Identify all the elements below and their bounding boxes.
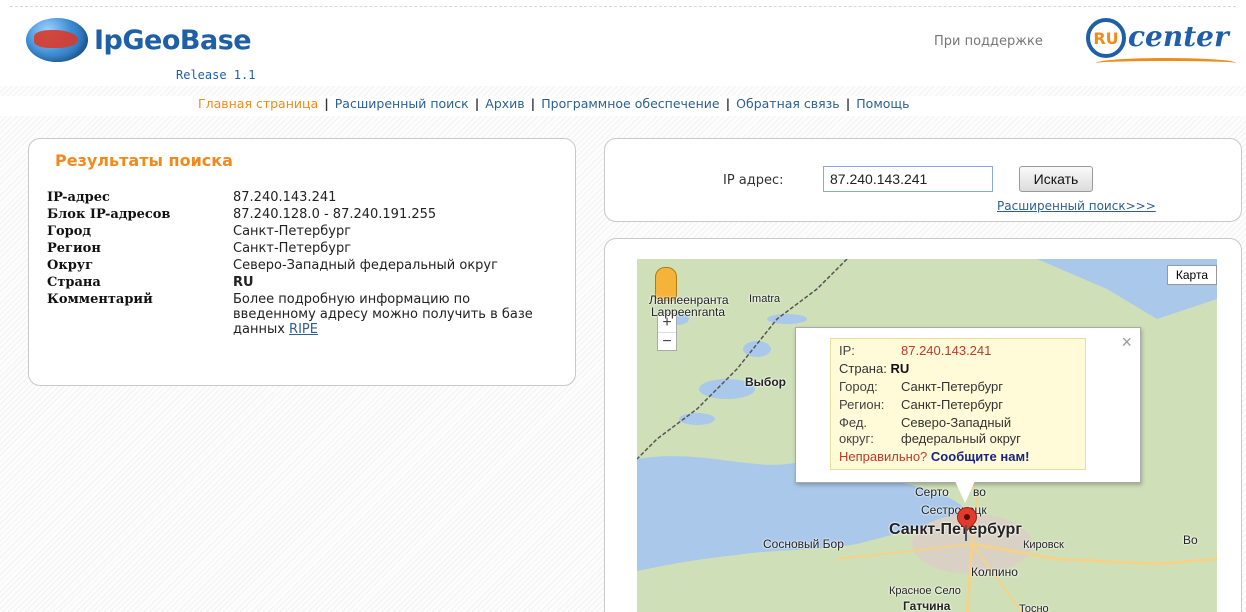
content-area: Результаты поиска IP-адрес 87.240.143.241… <box>0 116 1246 612</box>
release-label: Release 1.1 <box>176 68 256 82</box>
popup-country-label: Страна: <box>839 361 887 376</box>
table-row: Округ Северо-Западный федеральный округ <box>47 257 533 274</box>
table-row: Комментарий Более подробную информацию по… <box>47 291 533 338</box>
map-label-lappeenranta-fi: Lappeenranta <box>651 305 726 319</box>
globe-icon <box>26 18 88 62</box>
map-label-kirovsk: Кировск <box>1023 539 1064 551</box>
table-row: Блок IP-адресов 87.240.128.0 - 87.240.191… <box>47 206 533 223</box>
row-key: Регион <box>47 241 101 256</box>
map-label-imatra: Imatra <box>749 293 781 305</box>
row-key: Округ <box>47 258 94 273</box>
support-label: При поддержке <box>934 34 1043 49</box>
nav-home[interactable]: Главная страница <box>198 96 318 111</box>
nav-feedback[interactable]: Обратная связь <box>736 96 840 111</box>
rucenter-logo-word: center <box>1128 20 1229 53</box>
row-value: Санкт-Петербург <box>233 241 352 256</box>
map-type-button[interactable]: Карта <box>1166 265 1217 285</box>
map-label-krasnoe-selo: Красное Село <box>889 585 961 597</box>
report-link[interactable]: Сообщите нам! <box>931 449 1030 465</box>
nav-advanced-search[interactable]: Расширенный поиск <box>335 96 469 111</box>
row-value: Более подробную информацию по введенному… <box>233 292 533 337</box>
results-table: IP-адрес 87.240.143.241 Блок IP-адресов 87… <box>47 189 533 338</box>
header: IpGeoBase Release 1.1 При поддержке RU c… <box>0 0 1246 88</box>
row-key: Город <box>47 224 92 239</box>
table-row: Регион Санкт-Петербург <box>47 240 533 257</box>
table-row: IP-адрес 87.240.143.241 <box>47 189 533 206</box>
row-value: 87.240.128.0 - 87.240.191.255 <box>233 207 437 222</box>
rucenter-logo-icon: RU <box>1086 18 1126 58</box>
popup-country-value: RU <box>890 361 910 376</box>
nav-separator: | <box>324 96 329 111</box>
row-key: Блок IP-адресов <box>47 207 171 222</box>
map-label-sertolovo: Серто <box>915 485 949 499</box>
popup-district-value: Северо-Западный федеральный округ <box>901 415 1021 446</box>
row-value: Северо-Западный федеральный округ <box>233 258 498 273</box>
info-window-tail <box>955 481 975 503</box>
logo-text: IpGeoBase <box>94 24 252 56</box>
ipgeobase-logo[interactable]: IpGeoBase <box>26 18 252 62</box>
zoom-out-button[interactable]: − <box>658 332 676 350</box>
close-icon[interactable]: × <box>1121 332 1132 353</box>
nav-help[interactable]: Помощь <box>856 96 909 111</box>
map-panel: + − Карта Лаппеенранта Lappeenranta Imat… <box>604 238 1242 612</box>
popup-wrong-text: Неправильно? <box>839 449 928 464</box>
popup-region-value: Санкт-Петербург <box>901 397 1003 412</box>
nav-separator: | <box>725 96 731 111</box>
rucenter-swoosh-icon <box>1096 58 1236 68</box>
main-nav: Главная страница | Расширенный поиск | Архив… <box>198 96 910 111</box>
map-label-bo: Во <box>1183 533 1198 547</box>
row-key: IP-адрес <box>47 190 110 205</box>
advanced-search-link[interactable]: Расширенный поиск>>> <box>997 199 1156 213</box>
popup-district-label: Фед. округ: <box>839 415 874 446</box>
nav-software[interactable]: Программное обеспечение <box>541 96 719 111</box>
popup-city-label: Город: <box>839 379 878 394</box>
location-pin-stick <box>965 525 967 541</box>
info-window: × IP: 87.240.143.241 Страна: RU Город: Сан… <box>795 327 1141 483</box>
table-row: Город Санкт-Петербург <box>47 223 533 240</box>
popup-ip-value: 87.240.143.241 <box>901 343 992 358</box>
ip-label: IP адрес: <box>723 173 784 188</box>
popup-region-label: Регион: <box>839 397 885 412</box>
ripe-link[interactable]: RIPE <box>289 322 318 337</box>
row-value: Санкт-Петербург <box>233 224 352 239</box>
map-label-kolpino: Колпино <box>971 565 1018 579</box>
map-label-tosno: Тосно <box>1019 603 1049 612</box>
top-divider <box>10 6 1236 7</box>
header-stripe <box>0 86 1246 96</box>
rucenter-logo[interactable]: RU center <box>1082 14 1238 74</box>
map-label-vyborg: Выбор <box>745 375 786 389</box>
ip-input[interactable] <box>823 166 993 192</box>
map-label-spb: Санкт-Петербург <box>889 521 1022 538</box>
ip-search-panel: IP адрес: Искать Расширенный поиск>>> <box>604 138 1242 222</box>
nav-separator: | <box>845 96 851 111</box>
search-button[interactable]: Искать <box>1019 166 1093 192</box>
info-content: IP: 87.240.143.241 Страна: RU Город: Санкт… <box>830 338 1086 470</box>
nav-archive[interactable]: Архив <box>485 96 524 111</box>
nav-separator: | <box>474 96 480 111</box>
results-title: Результаты поиска <box>55 151 233 170</box>
popup-ip-label: IP: <box>839 343 855 358</box>
row-value: RU <box>233 275 254 290</box>
row-key: Комментарий <box>47 292 153 307</box>
map[interactable]: + − Карта Лаппеенранта Lappeenranta Imat… <box>637 259 1217 612</box>
popup-city-value: Санкт-Петербург <box>901 379 1003 394</box>
search-results-panel: Результаты поиска IP-адрес 87.240.143.241… <box>28 138 576 386</box>
map-label-sosnovy-bor: Сосновый Бор <box>763 537 844 551</box>
nav-separator: | <box>530 96 536 111</box>
row-value: 87.240.143.241 <box>233 190 337 205</box>
row-key: Страна <box>47 275 101 290</box>
table-row: Страна RU <box>47 274 533 291</box>
map-label-gatchina: Гатчина <box>903 599 951 612</box>
